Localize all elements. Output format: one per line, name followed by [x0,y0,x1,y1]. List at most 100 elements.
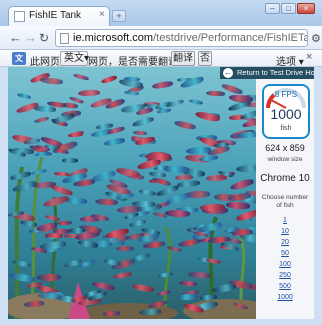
fish-sprite [166,245,183,254]
fish-sprite [11,258,32,268]
wrench-icon[interactable]: ⚙ [311,32,321,45]
fish-sprite [33,105,57,113]
fish-option-link[interactable]: 10 [256,226,314,237]
fish-sprite [34,116,50,125]
close-window-button[interactable]: × [297,3,315,14]
fish-sprite [194,110,221,123]
fish-sprite [199,203,225,212]
fish-sprite [16,92,32,100]
fish-sprite [156,290,172,297]
url-text: ie.microsoft.com/testdrive/Performance/F… [73,32,307,44]
fish-sprite [164,165,190,173]
fish-sprite [233,301,250,311]
fish-sprite [179,280,198,287]
window-size-label: window size [267,156,303,163]
fps-value: 8 FPS [274,90,298,99]
back-icon[interactable]: ← [9,30,22,46]
fish-option-link[interactable]: 1000 [256,292,314,303]
tab-close-icon[interactable]: × [99,9,105,20]
fish-sprite [151,79,174,90]
page-content: ← Return to Test Drive Home 8 FPS 1000 f… [8,67,314,319]
browser-name: Chrome 10 [260,173,310,184]
fish-sprite [34,151,51,158]
fish-sprite [36,274,61,282]
return-to-test-drive-link[interactable]: Return to Test Drive Home [237,68,314,77]
fish-sprite [225,200,251,210]
fish-sprite [157,271,174,278]
minimize-button[interactable]: – [265,3,280,14]
fish-option-link[interactable]: 100 [256,259,314,270]
tab-title: FishIE Tank [29,10,82,21]
fps-gauge: 8 FPS 1000 fish [262,84,310,139]
fish-sprite [188,98,204,105]
choose-label-line1: Choose number [261,194,309,201]
fish-count-value: 1000 [270,106,302,122]
fish-sprite [147,299,169,310]
fish-sprite [42,195,69,209]
fish-sprite [103,136,125,147]
fish-option-link[interactable]: 250 [256,270,314,281]
forward-icon[interactable]: → [24,30,37,46]
fish-sprite [131,283,155,294]
reload-icon[interactable]: ↻ [39,30,49,46]
fish-sprite [177,237,200,248]
url-host: ie.microsoft.com [73,32,154,44]
fish-option-link[interactable]: 500 [256,281,314,292]
tab-strip: FishIE Tank × + – □ × [0,0,322,26]
fish-sprite [37,292,61,300]
navigation-toolbar: ← → ↻ ie.microsoft.com/testdrive/Perform… [0,26,322,50]
fish-sprite [116,246,134,252]
fish-sprite [72,73,89,82]
translate-options-button[interactable]: 选项 ▾ [276,53,304,68]
new-tab-button[interactable]: + [112,10,126,22]
fish-sprite [67,228,85,234]
fish-option-link[interactable]: 20 [256,237,314,248]
fish-option-link[interactable]: 50 [256,248,314,259]
fish-sprite [30,168,48,177]
fish-sprite [56,221,73,227]
fish-sprite [39,76,64,86]
back-arrow-icon[interactable]: ← [223,68,233,78]
fish-sprite [61,157,78,163]
fish-sprite [151,176,171,187]
fish-sprite [52,229,70,234]
language-select-value: 英文 [64,53,84,64]
no-translate-button[interactable]: 否 [198,51,212,66]
maximize-button[interactable]: □ [281,3,296,14]
fish-sprite [229,177,255,192]
fish-sprite [164,209,191,218]
fish-sprite [178,293,199,300]
fish-sprite [103,258,121,267]
fish-sprite [8,271,36,284]
fish-sprite [205,257,221,264]
fish-sprite [131,116,155,129]
fish-sprite [112,271,134,280]
fish-sprite [177,179,201,189]
fish-sprite [199,293,217,300]
infobar-close-icon[interactable]: × [306,51,312,63]
fish-sprite [78,89,101,97]
url-path: /testdrive/Performance/FishIETank/Defaul… [153,32,307,44]
translate-button[interactable]: 翻译 [171,51,195,66]
fish-count-unit: fish [280,125,292,132]
translate-icon: 文 [12,52,26,65]
fish-option-link[interactable]: 1 [256,215,314,226]
fish-sprite [175,174,194,181]
fish-sprite [142,240,166,250]
tab-fishie-tank[interactable]: FishIE Tank × [8,6,110,26]
fish-sprite [66,197,88,205]
language-select[interactable]: 英文▾ [60,51,89,66]
fish-sprite [102,310,120,316]
fish-sprite [100,74,118,84]
browser-window: FishIE Tank × + – □ × ← → ↻ ie.microsoft… [0,0,322,325]
fish-sprite [128,218,146,228]
fish-sprite [23,300,44,308]
page-favicon-icon [14,11,25,22]
fish-sprite [173,119,197,131]
fish-sprite [138,188,157,197]
fish-sprite [206,90,226,98]
address-bar[interactable]: ie.microsoft.com/testdrive/Performance/F… [55,29,308,47]
translate-infobar: 文 此网页为 英文▾ 网页，是否需要翻译？ 翻译 否 选项 ▾ × [0,50,322,68]
stats-panel: 8 FPS 1000 fish 624 x 859 window size Ch… [256,79,314,319]
fish-count-options: 1 10 20 50 100 250 500 1000 [256,215,314,303]
